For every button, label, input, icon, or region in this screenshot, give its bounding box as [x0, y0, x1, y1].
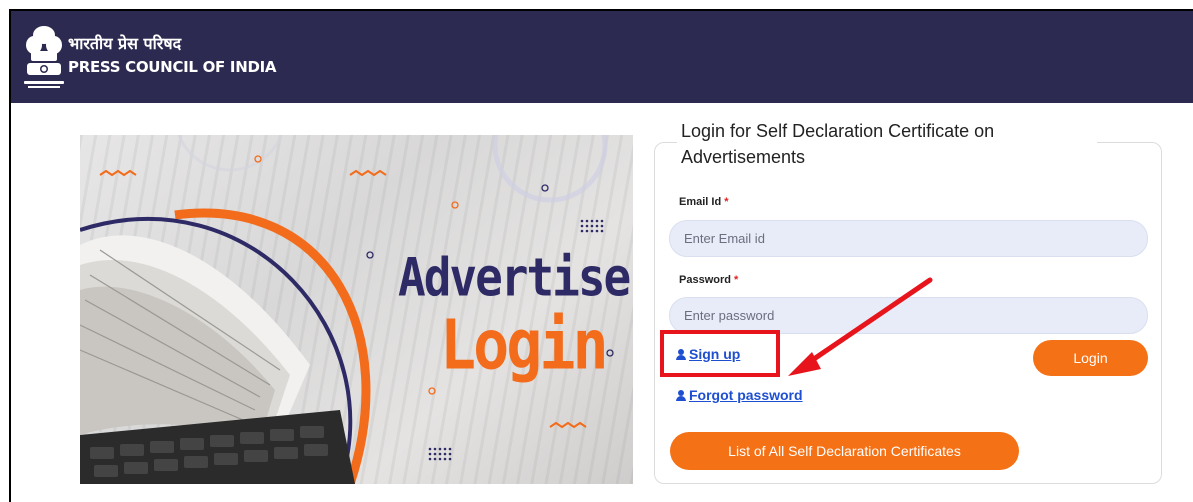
user-icon — [676, 389, 686, 401]
password-input[interactable] — [669, 297, 1148, 334]
brand-hindi-name: भारतीय प्रेस परिषद — [68, 34, 182, 53]
site-header: भारतीय प्रेस परिषद PRESS COUNCIL OF INDI… — [11, 11, 1193, 103]
login-form-title: Login for Self Declaration Certificate o… — [677, 118, 1097, 170]
login-button[interactable]: Login — [1033, 340, 1148, 376]
email-input[interactable] — [669, 220, 1148, 257]
list-certificates-button[interactable]: List of All Self Declaration Certificate… — [670, 432, 1019, 470]
user-icon — [676, 348, 686, 360]
required-marker: * — [724, 196, 729, 208]
password-label-text: Password — [679, 274, 731, 286]
emblem-icon — [24, 26, 64, 88]
email-label: Email Id * — [679, 196, 729, 208]
forgot-password-label: Forgot password — [689, 387, 803, 403]
required-marker: * — [734, 274, 739, 286]
signup-link-label: Sign up — [689, 346, 741, 362]
signup-link[interactable]: Sign up — [676, 346, 740, 362]
banner-title-login: Login — [440, 305, 609, 386]
password-label: Password * — [679, 274, 738, 286]
banner-title-advertiser: Advertiser — [398, 246, 633, 309]
advertiser-login-banner: Advertiser Login — [80, 135, 633, 484]
forgot-password-link[interactable]: Forgot password — [676, 387, 803, 403]
email-label-text: Email Id — [679, 196, 722, 208]
brand-english-name: PRESS COUNCIL OF INDIA — [68, 58, 277, 76]
